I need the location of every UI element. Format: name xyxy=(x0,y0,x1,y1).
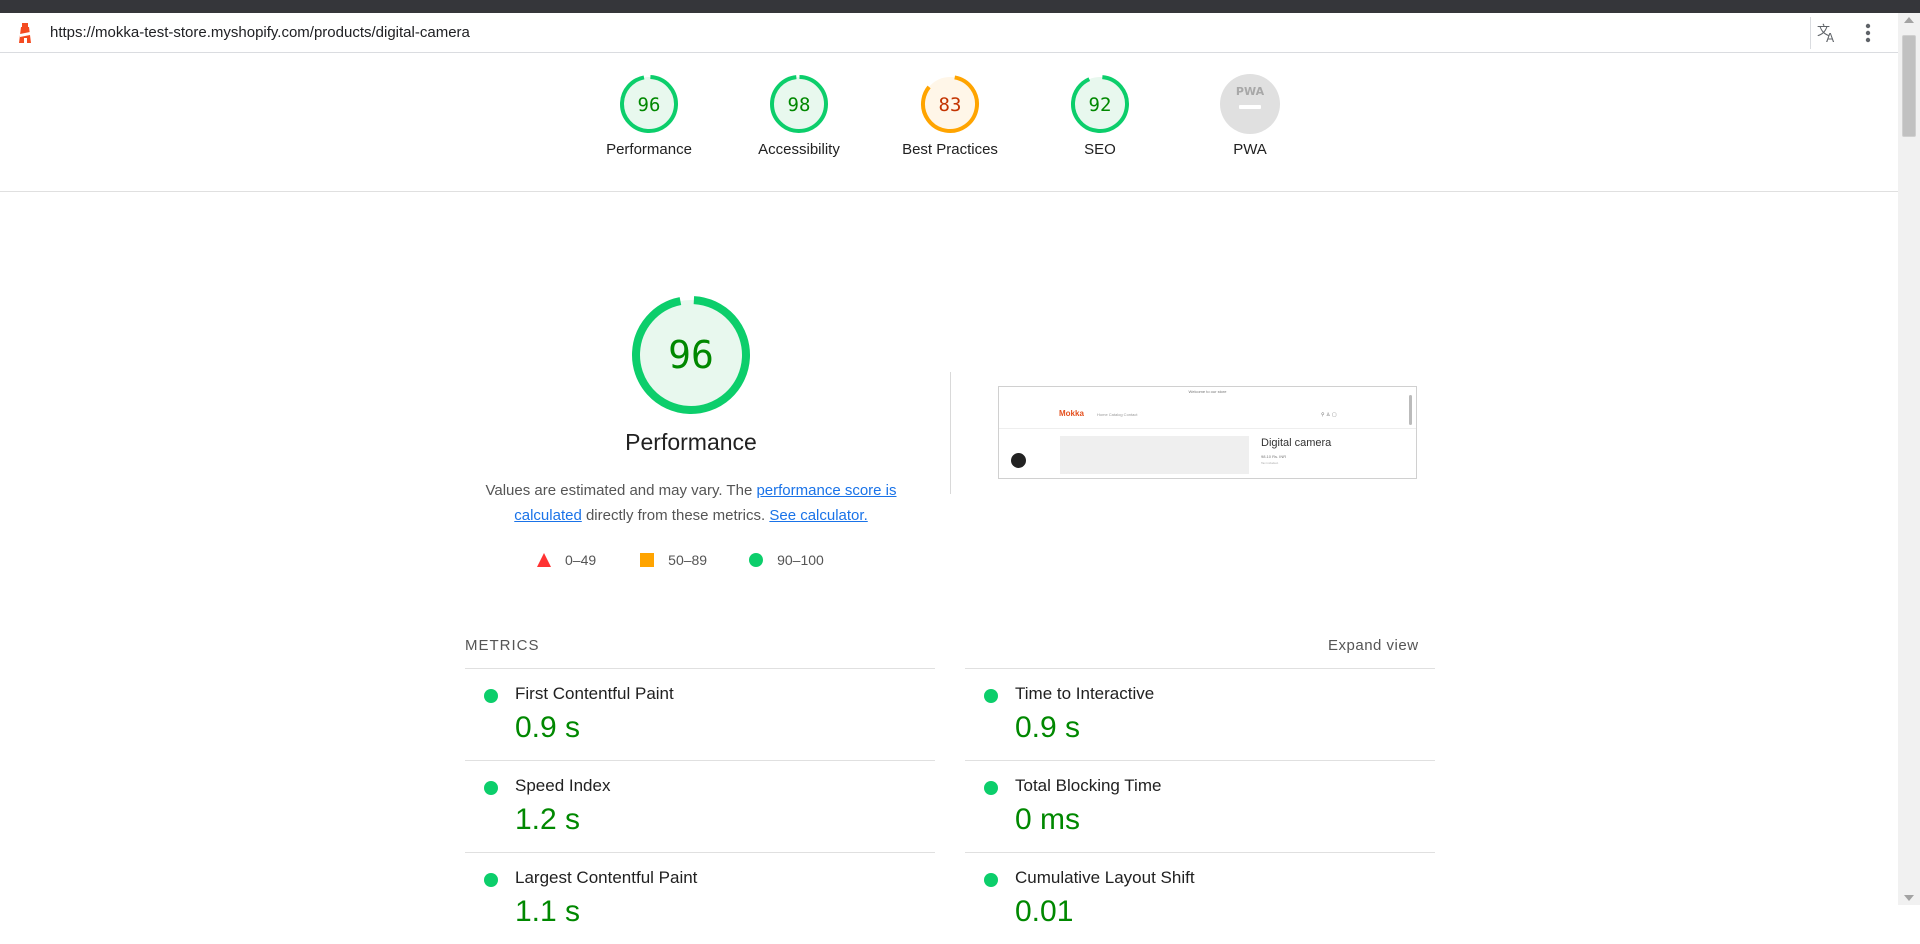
metric-cumulative-layout-shift: Cumulative Layout Shift 0.01 xyxy=(965,852,1435,944)
metric-name: Time to Interactive xyxy=(1015,684,1155,703)
desc-text: Values are estimated and may vary. The xyxy=(485,482,757,499)
legend-range: 0–49 xyxy=(565,552,597,568)
metric-value: 1.1 s xyxy=(515,895,581,928)
gauge-label: Performance xyxy=(606,141,692,158)
pass-circle-icon xyxy=(484,781,498,795)
pass-circle-icon xyxy=(984,781,998,795)
pass-circle-icon xyxy=(984,689,998,703)
score-value: 83 xyxy=(939,94,962,116)
score-ring: 92 xyxy=(1071,75,1129,133)
performance-gauge: 96 Performance xyxy=(580,293,802,456)
metric-value: 0 ms xyxy=(1015,803,1081,836)
average-square-icon xyxy=(640,553,655,567)
scroll-up-arrow-icon[interactable] xyxy=(1904,17,1914,23)
pass-circle-icon xyxy=(984,873,998,887)
metric-speed-index: Speed Index 1.2 s xyxy=(465,760,935,852)
thumb-product-sub: Tax included. xyxy=(1261,461,1279,465)
see-calculator-link[interactable]: See calculator. xyxy=(769,507,867,524)
pass-circle-icon xyxy=(484,689,498,703)
score-scale-legend: 0–49 50–89 90–100 xyxy=(537,552,860,568)
thumb-product-image xyxy=(1060,436,1249,474)
lighthouse-icon xyxy=(19,23,31,43)
legend-average: 50–89 xyxy=(640,552,707,568)
metric-value: 1.2 s xyxy=(515,803,581,836)
thumb-logo: Mokka xyxy=(1059,409,1084,418)
metric-value: 0.9 s xyxy=(1015,711,1081,744)
metric-name: Cumulative Layout Shift xyxy=(1015,868,1195,887)
score-value: 92 xyxy=(1089,94,1112,116)
expand-view-toggle[interactable]: Expand view xyxy=(1328,637,1419,654)
performance-score-value: 96 xyxy=(668,333,714,377)
metrics-heading: METRICS xyxy=(465,637,540,654)
legend-range: 50–89 xyxy=(668,552,708,568)
thumb-nav: Home Catalog Contact xyxy=(1097,412,1138,417)
gauge-seo[interactable]: 92 SEO xyxy=(1030,73,1170,158)
gauge-label: Best Practices xyxy=(902,141,998,158)
legend-pass: 90–100 xyxy=(749,552,824,568)
translate-icon[interactable]: 文 A xyxy=(1810,17,1843,49)
metric-name: Total Blocking Time xyxy=(1015,776,1162,795)
pass-circle-icon xyxy=(484,873,498,887)
more-options-icon[interactable] xyxy=(1852,17,1884,49)
metric-time-to-interactive: Time to Interactive 0.9 s xyxy=(965,668,1435,760)
performance-description: Values are estimated and may vary. The p… xyxy=(470,478,912,528)
gauge-pwa[interactable]: PWA PWA xyxy=(1180,73,1320,158)
address-bar: https://mokka-test-store.myshopify.com/p… xyxy=(0,13,1898,53)
section-divider xyxy=(950,372,951,494)
metric-name: Speed Index xyxy=(515,776,611,795)
score-value: 96 xyxy=(638,94,661,116)
metric-first-contentful-paint: First Contentful Paint 0.9 s xyxy=(465,668,935,760)
thumb-product-title: Digital camera xyxy=(1261,437,1332,449)
thumb-chat-bubble-icon xyxy=(1011,453,1026,468)
thumb-divider xyxy=(999,428,1416,429)
score-ring: 83 xyxy=(921,75,979,133)
thumb-scrollbar xyxy=(1409,395,1412,425)
category-scores-header: 96 Performance 98 Accessibility 83 Best … xyxy=(0,53,1898,192)
pass-circle-icon xyxy=(749,553,764,567)
score-ring: 96 xyxy=(620,75,678,133)
metric-value: 0.01 xyxy=(1015,895,1074,928)
thumb-header-icons: ⚲ ♙ ▢ xyxy=(1321,412,1337,418)
metric-name: First Contentful Paint xyxy=(515,684,674,703)
gauge-label: SEO xyxy=(1084,141,1116,158)
scroll-down-arrow-icon[interactable] xyxy=(1904,895,1914,901)
metric-value: 0.9 s xyxy=(515,711,581,744)
svg-text:A: A xyxy=(1826,31,1835,44)
final-screenshot[interactable]: Welcome to our store Mokka Home Catalog … xyxy=(998,386,1417,479)
performance-title: Performance xyxy=(625,429,757,455)
gauge-performance[interactable]: 96 Performance xyxy=(579,73,719,158)
metric-largest-contentful-paint: Largest Contentful Paint 1.1 s xyxy=(465,852,935,944)
score-value: 98 xyxy=(788,94,811,116)
url-text[interactable]: https://mokka-test-store.myshopify.com/p… xyxy=(50,24,470,41)
gauge-label: PWA xyxy=(1233,141,1267,158)
gauge-accessibility[interactable]: 98 Accessibility xyxy=(729,73,869,158)
thumb-product-price: 98.10 Rs. INR xyxy=(1261,454,1287,459)
metric-name: Largest Contentful Paint xyxy=(515,868,698,887)
pwa-badge-icon: PWA xyxy=(1220,74,1280,134)
legend-range: 90–100 xyxy=(777,552,824,568)
legend-fail: 0–49 xyxy=(537,552,596,568)
metric-total-blocking-time: Total Blocking Time 0 ms xyxy=(965,760,1435,852)
performance-score-ring: 96 xyxy=(632,296,750,414)
gauge-best-practices[interactable]: 83 Best Practices xyxy=(880,73,1020,158)
desc-text: directly from these metrics. xyxy=(581,507,770,524)
pwa-badge-text: PWA xyxy=(1236,85,1265,98)
page-scrollbar[interactable] xyxy=(1898,13,1920,905)
gauge-label: Accessibility xyxy=(758,141,840,158)
scrollbar-thumb[interactable] xyxy=(1902,35,1916,137)
score-ring: 98 xyxy=(770,75,828,133)
thumb-banner: Welcome to our store xyxy=(1188,389,1227,394)
fail-triangle-icon xyxy=(537,553,551,567)
browser-tab-strip xyxy=(0,0,1920,13)
